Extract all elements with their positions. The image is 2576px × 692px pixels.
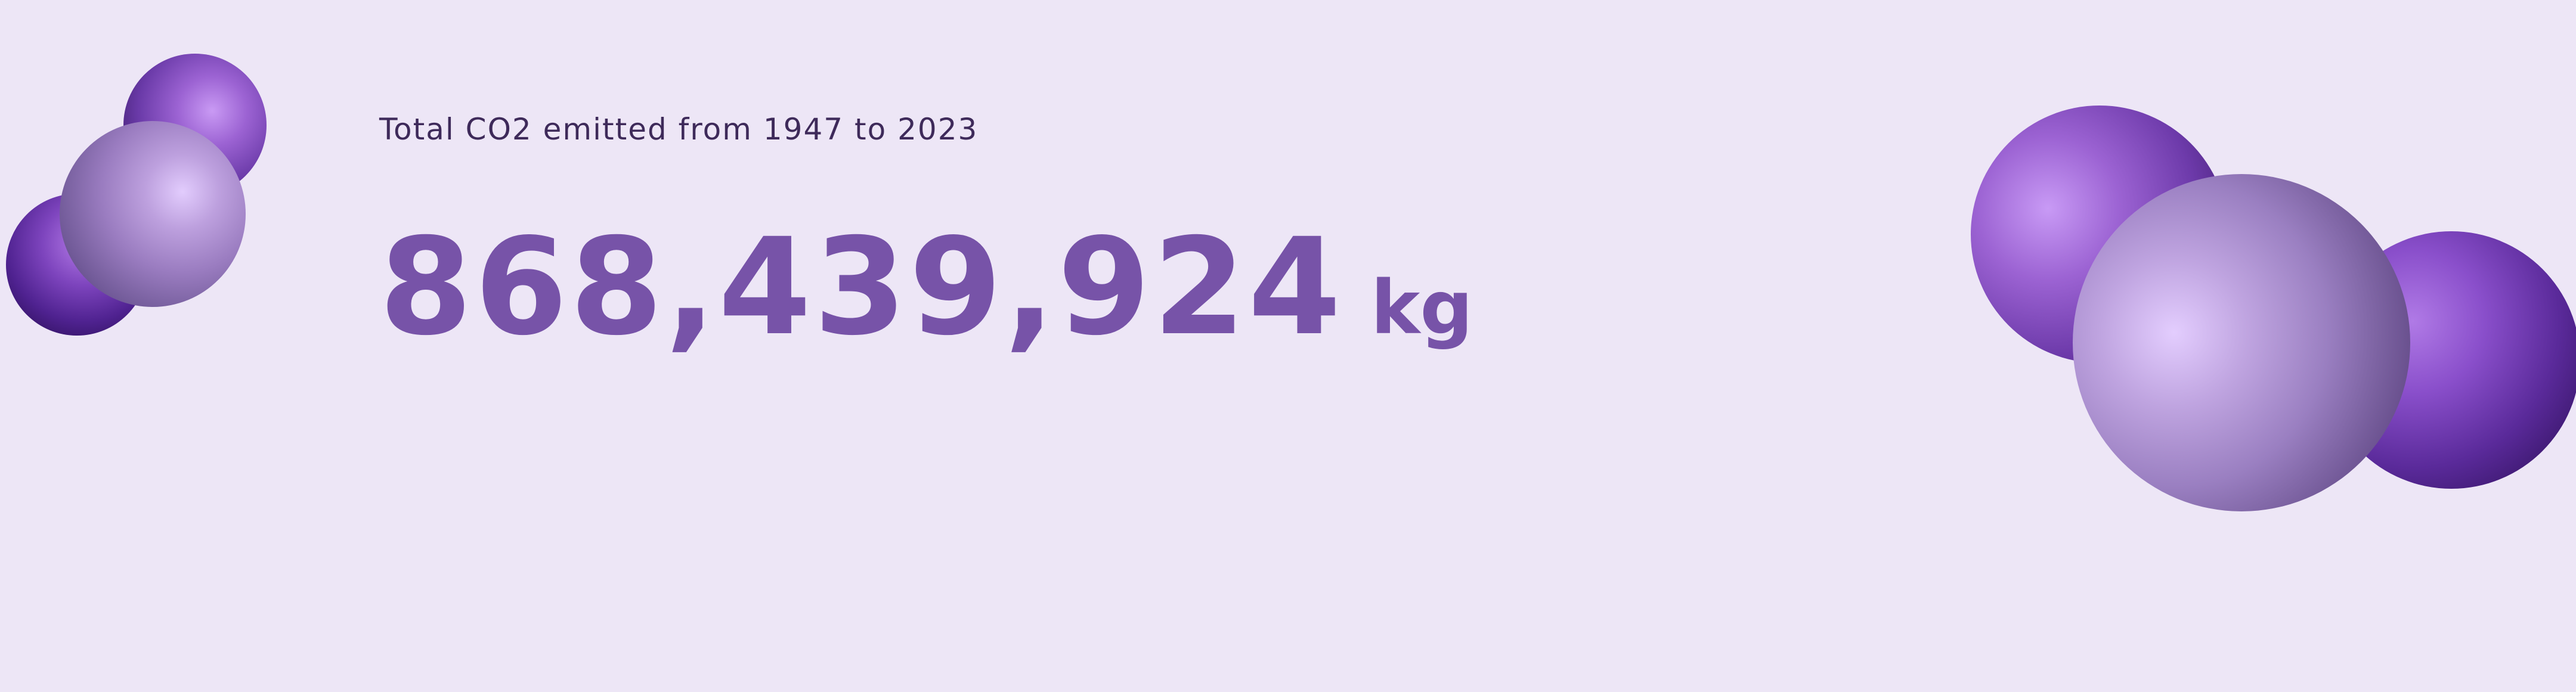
co2-total-panel: Total CO2 emitted from 1947 to 2023 868,… <box>0 0 2576 692</box>
total-emissions-figure: 868,439,924 kg <box>379 221 1473 354</box>
molecule-sphere-icon <box>60 121 246 307</box>
total-emissions-value: 868,439,924 <box>379 209 1343 365</box>
molecule-sphere-icon <box>2073 174 2410 511</box>
total-emissions-unit: kg <box>1370 265 1473 351</box>
total-emissions-caption: Total CO2 emitted from 1947 to 2023 <box>379 112 979 147</box>
